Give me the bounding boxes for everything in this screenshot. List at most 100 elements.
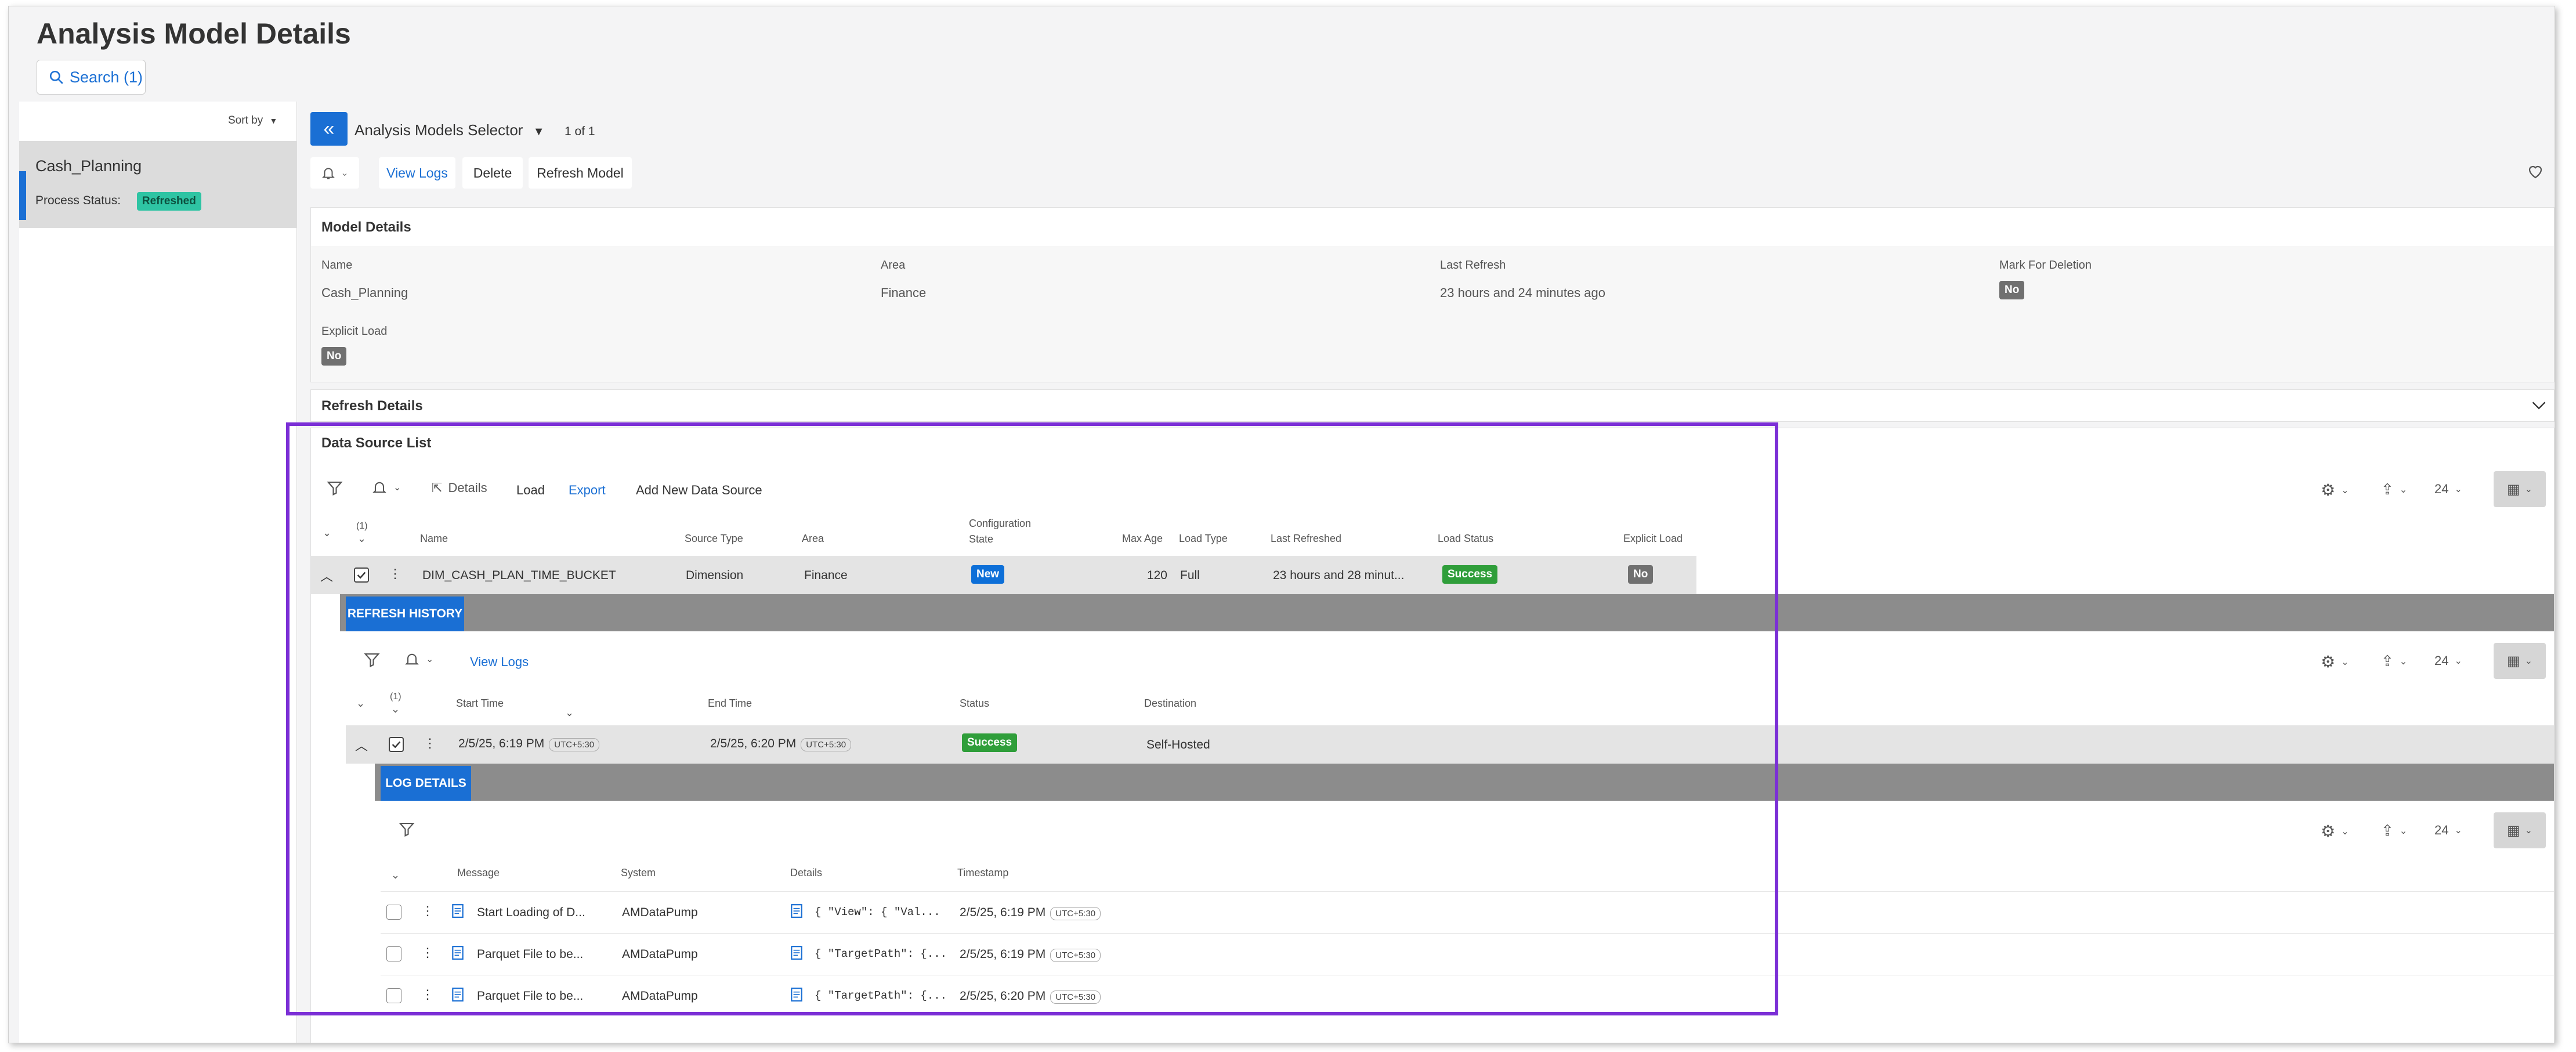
row-menu-icon[interactable]: ⋮ — [389, 566, 401, 581]
table-row[interactable]: ⋮ Parquet File to be... AMDataPump { "Ta… — [381, 975, 2554, 1016]
filter-icon[interactable] — [326, 479, 343, 497]
col-explicit-load[interactable]: Explicit Load — [1623, 533, 1683, 545]
favorite-heart-icon[interactable] — [2527, 163, 2544, 180]
settings-button[interactable]: ⚙ ⌄ — [2321, 822, 2349, 841]
table-row[interactable]: ︿ ⋮ DIM_CASH_PLAN_TIME_BUCKET Dimension … — [311, 556, 1696, 594]
cell-system: AMDataPump — [622, 989, 698, 1003]
row-menu-icon[interactable]: ⋮ — [424, 736, 436, 751]
sort-desc-icon[interactable]: ⌄ — [565, 707, 574, 719]
row-checkbox[interactable] — [386, 946, 401, 961]
view-toggle-button[interactable]: ▦ ⌄ — [2494, 812, 2546, 848]
page-size-select[interactable]: 24 ⌄ — [2434, 482, 2462, 497]
col-config-state[interactable]: Configuration State — [969, 518, 1031, 545]
col-area[interactable]: Area — [802, 533, 824, 545]
refresh-details-section[interactable]: Refresh Details — [310, 389, 2555, 422]
view-toggle-button[interactable]: ▦ ⌄ — [2494, 471, 2546, 507]
select-all-toggle[interactable]: ⌄ — [357, 533, 366, 545]
refresh-model-button[interactable]: Refresh Model — [529, 157, 632, 189]
col-details[interactable]: Details — [790, 867, 822, 879]
search-button[interactable]: Search (1) — [37, 60, 146, 95]
main-content: « Analysis Models Selector ▼ 1 of 1 ⌄ Vi… — [301, 102, 2555, 1043]
document-icon[interactable] — [790, 945, 803, 960]
details-button[interactable]: ⇱ Details — [432, 480, 487, 496]
col-timestamp[interactable]: Timestamp — [957, 867, 1008, 879]
col-end-time[interactable]: End Time — [708, 697, 752, 710]
tab-refresh-history[interactable]: REFRESH HISTORY — [346, 597, 464, 631]
col-load-type[interactable]: Load Type — [1179, 533, 1228, 545]
export-button[interactable]: Export — [569, 483, 606, 498]
col-destination[interactable]: Destination — [1144, 697, 1196, 710]
col-status[interactable]: Status — [960, 697, 989, 710]
share-icon: ⇪ — [2381, 480, 2394, 498]
filter-icon[interactable] — [398, 820, 415, 838]
analysis-models-selector[interactable]: Analysis Models Selector ▼ — [354, 121, 545, 139]
list-item-cash-planning[interactable]: Cash_Planning Process Status: Refreshed — [19, 141, 296, 228]
sort-by-dropdown[interactable]: Sort by ▼ — [228, 114, 277, 127]
document-icon — [451, 945, 464, 960]
chevron-down-icon: ⌄ — [2399, 826, 2408, 836]
last-refresh-value: 23 hours and 24 minutes ago — [1440, 285, 1605, 300]
export-menu-button[interactable]: ⇪ ⌄ — [2381, 480, 2407, 498]
chevron-down-icon[interactable] — [2531, 398, 2547, 412]
col-max-age[interactable]: Max Age — [1122, 533, 1163, 545]
document-icon[interactable] — [790, 903, 803, 919]
col-name[interactable]: Name — [420, 533, 448, 545]
settings-button[interactable]: ⚙ ⌄ — [2321, 480, 2349, 500]
selection-count: (1) — [390, 692, 401, 702]
timezone-badge: UTC+5:30 — [1050, 990, 1101, 1004]
chevron-down-icon: ⌄ — [2524, 656, 2533, 666]
select-all-toggle[interactable]: ⌄ — [391, 703, 400, 715]
collapse-row-icon[interactable]: ︿ — [320, 566, 333, 585]
tab-log-details[interactable]: LOG DETAILS — [381, 766, 471, 801]
view-logs-button[interactable]: View Logs — [470, 655, 529, 670]
cell-timestamp: 2/5/25, 6:19 PM UTC+5:30 — [960, 948, 1101, 962]
page-size-select[interactable]: 24 ⌄ — [2434, 823, 2462, 838]
col-message[interactable]: Message — [457, 867, 500, 879]
collapse-row-icon[interactable]: ︿ — [355, 736, 368, 754]
table-row[interactable]: ⋮ Start Loading of D... AMDataPump { "Vi… — [381, 891, 2554, 932]
row-checkbox[interactable] — [386, 905, 401, 920]
page-size-select[interactable]: 24 ⌄ — [2434, 653, 2462, 668]
document-icon — [451, 987, 464, 1002]
share-icon: ⇪ — [2381, 652, 2394, 670]
table-row[interactable]: ⋮ Parquet File to be... AMDataPump { "Ta… — [381, 933, 2554, 974]
row-menu-icon[interactable]: ⋮ — [421, 987, 434, 1002]
row-menu-icon[interactable]: ⋮ — [421, 903, 434, 919]
view-logs-button[interactable]: View Logs — [379, 157, 455, 189]
chevron-down-icon: ⌄ — [2399, 485, 2408, 495]
add-data-source-button[interactable]: Add New Data Source — [636, 483, 762, 498]
delete-button[interactable]: Delete — [462, 157, 523, 189]
row-menu-icon[interactable]: ⋮ — [421, 945, 434, 960]
table-row[interactable]: ︿ ⋮ 2/5/25, 6:19 PM UTC+5:30 2/5/25, 6:20… — [346, 725, 2554, 764]
col-source-type[interactable]: Source Type — [685, 533, 743, 545]
selection-count: (1) — [356, 521, 368, 531]
app-window: Analysis Model Details Search (1) Sort b… — [8, 6, 2555, 1043]
row-checkbox[interactable] — [389, 737, 404, 752]
load-button[interactable]: Load — [516, 483, 545, 498]
view-toggle-button[interactable]: ▦ ⌄ — [2494, 643, 2546, 679]
col-system[interactable]: System — [621, 867, 656, 879]
status-badge: Success — [962, 733, 1018, 752]
cell-system: AMDataPump — [622, 906, 698, 919]
row-checkbox[interactable] — [354, 567, 369, 583]
cell-max-age: 120 — [1146, 569, 1167, 582]
row-checkbox[interactable] — [386, 988, 401, 1003]
notification-button[interactable]: ⌄ — [404, 651, 433, 667]
filter-icon[interactable] — [363, 651, 381, 668]
notification-button[interactable]: ⌄ — [310, 157, 359, 189]
expand-all-toggle[interactable]: ⌄ — [323, 527, 331, 539]
page-title: Analysis Model Details — [37, 17, 351, 50]
cell-details: { "TargetPath": {... — [815, 948, 947, 960]
document-icon[interactable] — [790, 987, 803, 1002]
export-menu-button[interactable]: ⇪ ⌄ — [2381, 822, 2407, 840]
chevron-down-icon: ⌄ — [426, 655, 434, 664]
collapse-panel-button[interactable]: « — [310, 112, 348, 146]
export-menu-button[interactable]: ⇪ ⌄ — [2381, 652, 2407, 670]
col-start-time[interactable]: Start Time — [456, 697, 504, 710]
expand-all-toggle[interactable]: ⌄ — [356, 697, 365, 710]
notification-button[interactable]: ⌄ — [371, 479, 401, 496]
select-all-toggle[interactable]: ⌄ — [391, 869, 400, 881]
col-load-status[interactable]: Load Status — [1438, 533, 1493, 545]
settings-button[interactable]: ⚙ ⌄ — [2321, 652, 2349, 671]
col-last-refreshed[interactable]: Last Refreshed — [1271, 533, 1341, 545]
